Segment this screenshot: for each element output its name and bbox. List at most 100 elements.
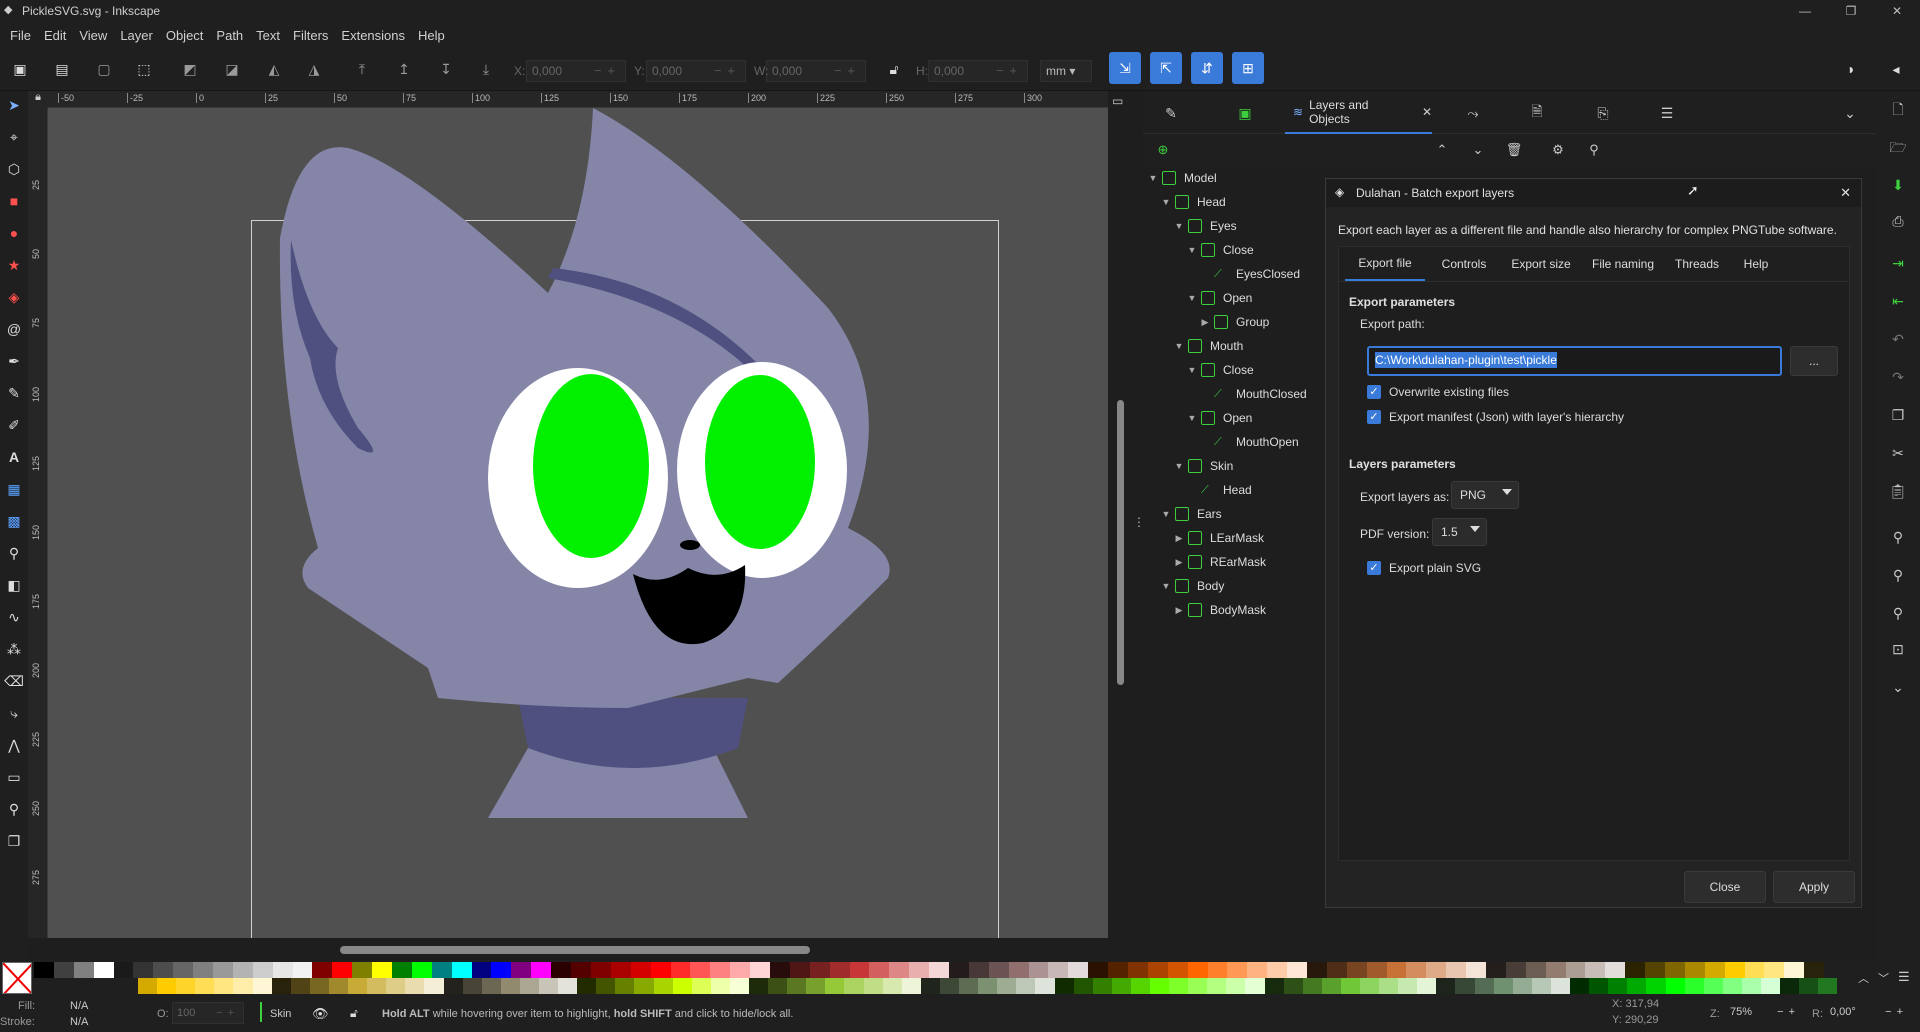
color-swatch[interactable]: [93, 962, 114, 978]
menu-edit[interactable]: Edit: [44, 28, 66, 43]
zoom-selection-icon[interactable]: ⚲: [1888, 527, 1908, 547]
horizontal-scrollbar[interactable]: [340, 946, 810, 954]
color-swatch[interactable]: [1366, 962, 1387, 978]
color-swatch[interactable]: [1340, 978, 1360, 994]
color-swatch[interactable]: [1302, 978, 1322, 994]
tree-row[interactable]: ▼ Ears: [1160, 502, 1222, 526]
color-swatch[interactable]: [1054, 978, 1074, 994]
color-swatch[interactable]: [252, 978, 272, 994]
print-icon[interactable]: ⎙: [1888, 211, 1908, 231]
dialog-title-bar[interactable]: ◈ Dulahan - Batch export layers ➚ ✕: [1326, 179, 1861, 207]
color-swatch[interactable]: [610, 962, 631, 978]
expanded-arrow-icon[interactable]: ▼: [1186, 245, 1198, 255]
color-swatch[interactable]: [153, 962, 174, 978]
lower-icon[interactable]: ↧: [436, 59, 456, 79]
color-swatch[interactable]: [367, 978, 387, 994]
plain-svg-checkbox[interactable]: ✓: [1367, 561, 1381, 575]
gradient-tool-icon[interactable]: ▦: [4, 479, 24, 499]
dock-handle-icon[interactable]: ⋮: [1133, 515, 1145, 535]
color-swatch[interactable]: [1436, 978, 1456, 994]
eraser-tool-icon[interactable]: ⌫: [4, 671, 24, 691]
y-stepper[interactable]: −+: [714, 63, 741, 78]
copy-icon[interactable]: ❐: [1888, 405, 1908, 425]
color-swatch[interactable]: [73, 962, 94, 978]
manifest-checkbox[interactable]: ✓: [1367, 410, 1381, 424]
tree-row[interactable]: ▼ Model: [1147, 166, 1217, 190]
new-document-icon[interactable]: 🗋︎: [1888, 101, 1908, 121]
color-swatch[interactable]: [53, 962, 74, 978]
opacity-stepper[interactable]: −+: [216, 1007, 239, 1019]
color-swatch[interactable]: [634, 978, 654, 994]
color-swatch[interactable]: [809, 962, 830, 978]
add-layer-icon[interactable]: ⊕: [1153, 140, 1173, 160]
collapse-toolbar-icon[interactable]: ◂: [1886, 59, 1906, 79]
color-swatch[interactable]: [332, 962, 353, 978]
tab-threads[interactable]: Threads: [1667, 247, 1727, 281]
color-swatch[interactable]: [1550, 978, 1571, 994]
move-down-icon[interactable]: ⌄: [1468, 140, 1488, 160]
y-field[interactable]: Y: 0,000 −+: [634, 60, 746, 82]
color-swatch[interactable]: [1764, 962, 1785, 978]
color-swatch[interactable]: [1068, 962, 1089, 978]
color-swatch[interactable]: [443, 978, 463, 994]
color-swatch[interactable]: [113, 962, 134, 978]
color-swatch[interactable]: [1605, 962, 1626, 978]
color-swatch[interactable]: [1565, 962, 1586, 978]
color-swatch[interactable]: [1149, 978, 1170, 994]
color-swatch[interactable]: [138, 978, 158, 994]
maximize-button[interactable]: ❐: [1828, 0, 1874, 22]
color-swatch[interactable]: [863, 978, 883, 994]
layer-lock-icon[interactable]: 🔓︎: [350, 1006, 358, 1021]
color-swatch[interactable]: [968, 962, 989, 978]
tree-row[interactable]: ▼ Skin: [1173, 454, 1233, 478]
tree-row[interactable]: ▶ REarMask: [1173, 550, 1266, 574]
tree-row[interactable]: ⟋ MouthOpen: [1199, 430, 1299, 454]
align-tab-icon[interactable]: ☰: [1657, 103, 1677, 123]
color-swatch[interactable]: [471, 962, 492, 978]
color-swatch[interactable]: [1531, 978, 1551, 994]
color-swatch[interactable]: [729, 978, 749, 994]
collapsed-arrow-icon[interactable]: ▶: [1173, 533, 1185, 544]
redo-icon[interactable]: ↷: [1888, 367, 1908, 387]
color-swatch[interactable]: [1111, 978, 1131, 994]
color-swatch[interactable]: [519, 978, 539, 994]
expanded-arrow-icon[interactable]: ▼: [1173, 221, 1185, 231]
tab-export-file[interactable]: Export file: [1345, 247, 1425, 281]
color-swatch[interactable]: [571, 962, 591, 978]
color-swatch[interactable]: [1130, 978, 1150, 994]
expanded-arrow-icon[interactable]: ▼: [1186, 365, 1198, 375]
open-document-icon[interactable]: 🗁︎: [1888, 139, 1908, 159]
color-swatch[interactable]: [1417, 978, 1437, 994]
tree-row[interactable]: ▼ Close: [1186, 358, 1254, 382]
delete-icon[interactable]: 🗑︎: [1504, 140, 1524, 160]
lpe-tool-icon[interactable]: ⋀: [4, 735, 24, 755]
color-swatch[interactable]: [195, 978, 215, 994]
cut-icon[interactable]: ✂: [1888, 443, 1908, 463]
color-swatch[interactable]: [1493, 978, 1513, 994]
color-swatch[interactable]: [690, 962, 711, 978]
color-swatch[interactable]: [929, 962, 949, 978]
color-swatch[interactable]: [1505, 962, 1526, 978]
color-swatch[interactable]: [1406, 962, 1427, 978]
select-all-icon[interactable]: ▣: [10, 59, 30, 79]
color-swatch[interactable]: [1818, 978, 1838, 994]
color-swatch[interactable]: [1446, 962, 1467, 978]
color-swatch[interactable]: [1287, 962, 1307, 978]
palette-scroll-down-icon[interactable]: ﹀: [1878, 970, 1889, 986]
menu-file[interactable]: File: [10, 28, 31, 43]
color-swatch[interactable]: [590, 962, 611, 978]
select-all-layers-icon[interactable]: ▤: [52, 59, 72, 79]
color-swatch[interactable]: [214, 978, 234, 994]
tree-row[interactable]: ▼ Eyes: [1173, 214, 1237, 238]
color-swatch[interactable]: [596, 978, 616, 994]
menu-layer[interactable]: Layer: [120, 28, 153, 43]
color-swatch[interactable]: [1804, 962, 1825, 978]
tweak-tool-icon[interactable]: ∿: [4, 607, 24, 627]
color-swatch[interactable]: [1760, 978, 1781, 994]
color-swatch[interactable]: [1799, 978, 1819, 994]
transform-patterns-icon[interactable]: ⊞: [1232, 52, 1264, 84]
tab-help[interactable]: Help: [1731, 247, 1781, 281]
color-swatch[interactable]: [405, 978, 425, 994]
palette-menu-icon[interactable]: ☰: [1898, 969, 1910, 985]
h-stepper[interactable]: −+: [996, 63, 1023, 78]
